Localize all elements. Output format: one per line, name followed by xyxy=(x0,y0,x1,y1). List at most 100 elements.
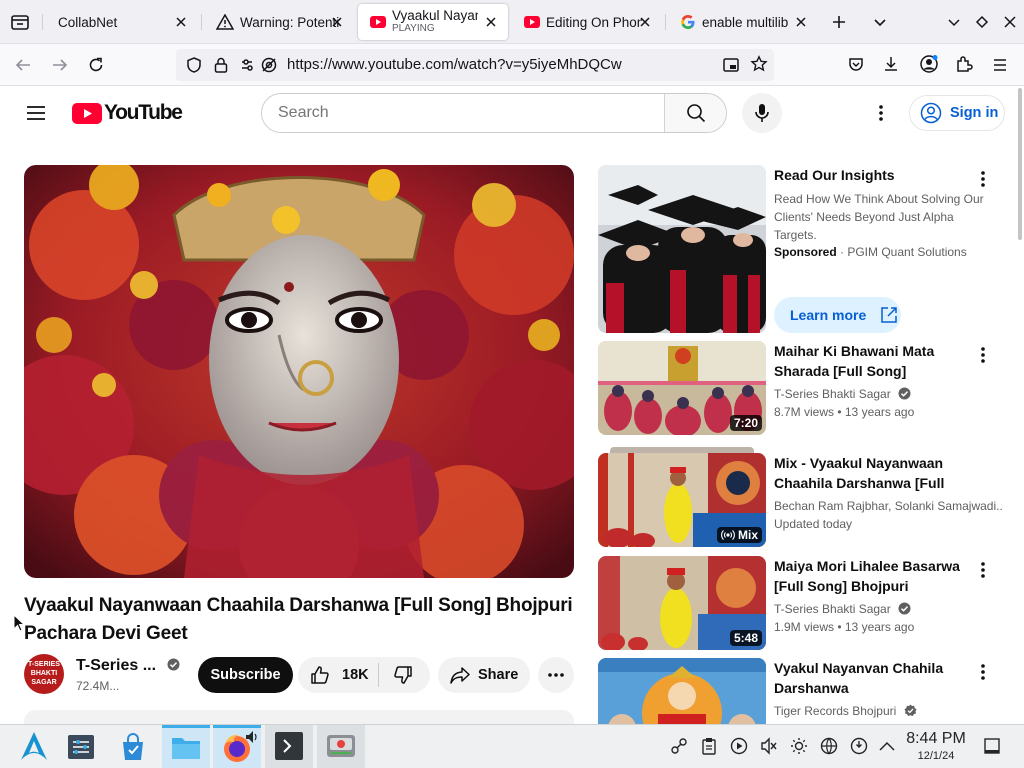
pocket-icon[interactable] xyxy=(847,56,865,74)
video-player[interactable] xyxy=(24,165,574,578)
close-tab-icon[interactable] xyxy=(174,15,188,29)
youtube-favicon-icon xyxy=(370,16,386,28)
more-vertical-icon[interactable] xyxy=(980,346,986,364)
disk-manager-task[interactable] xyxy=(317,725,365,768)
app-menu-icon[interactable] xyxy=(991,56,1009,74)
close-tab-icon[interactable] xyxy=(330,15,344,29)
reload-icon[interactable] xyxy=(87,56,105,74)
file-manager-task[interactable] xyxy=(162,725,210,768)
updates-icon[interactable] xyxy=(850,737,868,755)
video-thumbnail[interactable] xyxy=(598,658,766,724)
maximize-window-icon[interactable] xyxy=(974,14,990,30)
close-window-icon[interactable] xyxy=(1002,14,1018,30)
video-thumbnail[interactable]: 5:48 xyxy=(598,556,766,650)
lock-icon[interactable] xyxy=(213,56,229,74)
system-settings-task[interactable] xyxy=(64,731,98,763)
permissions-icon[interactable] xyxy=(240,56,278,74)
settings-more-icon[interactable] xyxy=(878,104,884,122)
youtube-logo[interactable]: YouTube xyxy=(72,101,183,125)
video-channel[interactable]: T-Series Bhakti Sagar xyxy=(774,602,1002,616)
more-vertical-icon[interactable] xyxy=(980,663,986,681)
like-button[interactable]: 18K xyxy=(298,657,378,693)
like-count: 18K xyxy=(342,667,369,683)
tab-warning[interactable]: Warning: Potential Security Risk Ahead xyxy=(204,4,354,40)
subscribe-button[interactable]: Subscribe xyxy=(198,657,293,693)
video-title[interactable]: Maihar Ki Bhawani Mata Sharada [Full Son… xyxy=(774,341,974,381)
video-meta: Updated today xyxy=(774,517,853,531)
video-channel-label: T-Series Bhakti Sagar xyxy=(774,387,891,401)
tracking-shield-icon[interactable] xyxy=(185,56,203,74)
video-thumbnail[interactable]: Mix xyxy=(598,453,766,547)
application-launcher-icon[interactable] xyxy=(20,731,48,761)
tab-collabnet[interactable]: CollabNet xyxy=(46,4,198,40)
share-button[interactable]: Share xyxy=(438,657,530,693)
extensions-icon[interactable] xyxy=(955,55,973,73)
minimize-window-icon[interactable] xyxy=(946,14,962,30)
video-title[interactable]: Maiya Mori Lihalee Basarwa [Full Song] B… xyxy=(774,556,974,596)
more-vertical-icon[interactable] xyxy=(980,170,986,188)
sign-in-button[interactable]: Sign in xyxy=(909,95,1005,131)
show-desktop-icon[interactable] xyxy=(983,737,1001,755)
more-vertical-icon[interactable] xyxy=(980,561,986,579)
channel-avatar[interactable]: T-SERIES BHAKTI SAGAR xyxy=(24,654,64,694)
recommended-video-4[interactable]: Vyakul Nayanvan Chahila Darshanwa Tiger … xyxy=(598,658,1008,724)
sponsored-ad[interactable]: Read Our Insights Read How We Think Abou… xyxy=(598,165,1008,333)
tab-overview-icon[interactable] xyxy=(10,12,30,32)
downloads-icon[interactable] xyxy=(882,55,900,73)
tab-label: Vyaakul Nayanwaan Chaahila Darshanwa xyxy=(392,9,478,23)
video-channel-label: Tiger Records Bhojpuri xyxy=(774,704,897,718)
audio-playing-icon xyxy=(246,731,257,743)
firefox-task[interactable] xyxy=(213,725,261,768)
video-thumbnail[interactable]: 7:20 xyxy=(598,341,766,435)
show-hidden-tray-icon[interactable] xyxy=(878,738,896,754)
close-tab-icon[interactable] xyxy=(794,15,808,29)
tab-editing-on-phone[interactable]: Editing On Phone xyxy=(512,4,662,40)
volume-muted-icon[interactable] xyxy=(760,737,778,755)
folder-icon xyxy=(172,738,200,759)
recommended-mix[interactable]: Mix Mix - Vyaakul Nayanwaan Chaahila Dar… xyxy=(598,447,1008,547)
ad-title[interactable]: Read Our Insights xyxy=(774,165,974,185)
back-arrow-icon[interactable] xyxy=(14,56,32,74)
clipboard-icon[interactable] xyxy=(700,737,718,755)
more-actions-button[interactable] xyxy=(538,657,574,693)
video-title[interactable]: Vyakul Nayanvan Chahila Darshanwa xyxy=(774,658,974,698)
video-channel-label: T-Series Bhakti Sagar xyxy=(774,602,891,616)
dislike-button[interactable] xyxy=(379,657,413,693)
picture-in-picture-icon[interactable] xyxy=(722,56,740,74)
recommended-video-1[interactable]: 7:20 Maihar Ki Bhawani Mata Sharada [Ful… xyxy=(598,341,1008,435)
software-center-task[interactable] xyxy=(116,731,150,763)
tab-label: CollabNet xyxy=(58,14,118,30)
learn-more-button[interactable]: Learn more xyxy=(774,297,901,333)
search-input[interactable] xyxy=(262,94,664,132)
voice-search-button[interactable] xyxy=(742,93,782,133)
video-channel[interactable]: Tiger Records Bhojpuri xyxy=(774,704,1002,718)
page-scrollbar[interactable] xyxy=(1018,88,1022,240)
settings-sliders-icon xyxy=(68,735,94,759)
ad-thumbnail[interactable] xyxy=(598,165,766,333)
warning-icon xyxy=(216,14,234,30)
list-all-tabs-icon[interactable] xyxy=(872,14,888,30)
video-channel[interactable]: T-Series Bhakti Sagar xyxy=(774,387,1002,401)
network-icon[interactable] xyxy=(820,737,838,755)
url-text[interactable]: https://www.youtube.com/watch?v=y5iyeMhD… xyxy=(287,56,622,73)
brightness-icon[interactable] xyxy=(790,737,808,755)
search-button[interactable] xyxy=(664,94,726,132)
hamburger-menu-icon[interactable] xyxy=(26,103,46,123)
close-tab-icon[interactable] xyxy=(638,15,652,29)
terminal-task[interactable] xyxy=(265,725,313,768)
close-tab-icon[interactable] xyxy=(484,15,498,29)
clock-time[interactable]: 8:44 PM xyxy=(900,730,972,748)
tab-enable-multilib[interactable]: enable multilib xyxy=(668,4,818,40)
tab-label: Warning: Potential Security Risk Ahead xyxy=(240,14,340,30)
forward-arrow-icon[interactable] xyxy=(51,56,69,74)
tab-vyaakul-playing[interactable]: Vyaakul Nayanwaan Chaahila Darshanwa PLA… xyxy=(358,4,508,40)
bookmark-star-icon[interactable] xyxy=(750,55,768,73)
media-player-icon[interactable] xyxy=(730,737,748,755)
kde-connect-icon[interactable] xyxy=(670,737,688,755)
recommended-video-3[interactable]: 5:48 Maiya Mori Lihalee Basarwa [Full So… xyxy=(598,556,1008,650)
new-tab-icon[interactable] xyxy=(831,14,847,30)
video-title[interactable]: Mix - Vyaakul Nayanwaan Chaahila Darshan… xyxy=(774,453,974,493)
account-icon[interactable] xyxy=(919,54,939,74)
clock-date[interactable]: 12/1/24 xyxy=(900,750,972,762)
channel-name[interactable]: T-Series ... xyxy=(76,657,180,675)
